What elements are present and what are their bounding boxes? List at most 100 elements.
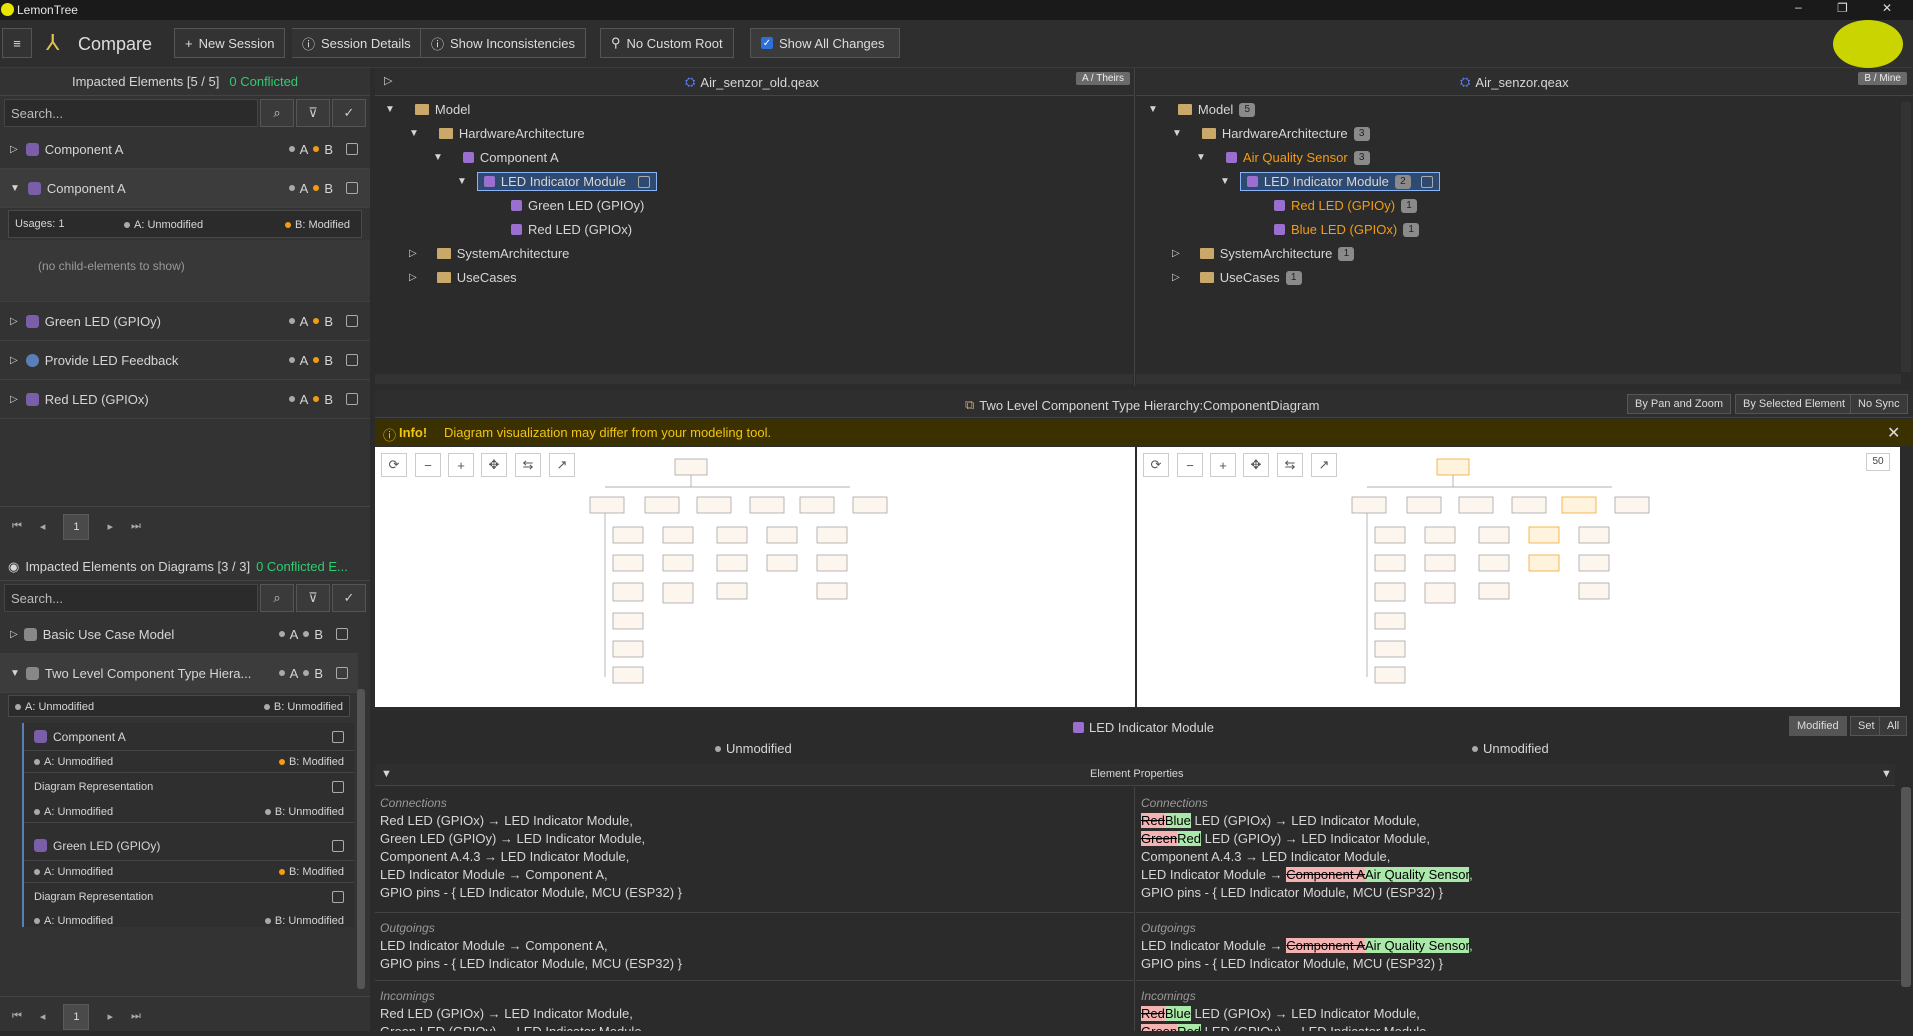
- sub-item[interactable]: Diagram Representation: [24, 883, 354, 911]
- expand-icon[interactable]: ▷: [10, 355, 18, 366]
- collapse-icon[interactable]: ▼: [1881, 768, 1892, 780]
- checkbox[interactable]: [332, 891, 344, 903]
- maximize-icon[interactable]: ❐: [1837, 1, 1848, 15]
- scrollbar[interactable]: [357, 689, 365, 989]
- list-item[interactable]: ▷ Red LED (GPIOx) AB: [0, 380, 370, 419]
- eye-icon[interactable]: ◉: [8, 559, 19, 575]
- expand-icon[interactable]: ▷: [10, 394, 18, 405]
- sub-item[interactable]: Green LED (GPIOy): [24, 831, 354, 861]
- tree-node-model[interactable]: ▼ Model 5: [1148, 102, 1256, 117]
- checkbox[interactable]: [332, 731, 344, 743]
- minimize-icon[interactable]: –: [1795, 0, 1802, 14]
- tree-node-component[interactable]: ▼ Component A: [433, 150, 559, 165]
- h-scrollbar[interactable]: [375, 374, 1133, 384]
- v-scrollbar[interactable]: [1901, 102, 1911, 372]
- zoom-out-icon[interactable]: −: [1177, 453, 1203, 477]
- tree-node-led[interactable]: ▼ LED Indicator Module: [457, 172, 657, 191]
- menu-button[interactable]: ≡: [2, 28, 32, 58]
- expand-icon[interactable]: ▷: [10, 316, 18, 327]
- props-scrollbar[interactable]: [1901, 787, 1911, 987]
- checkbox[interactable]: [1420, 175, 1433, 188]
- checkbox[interactable]: [332, 840, 344, 852]
- next-page-icon[interactable]: ▸: [107, 1010, 113, 1023]
- checkbox[interactable]: [346, 393, 358, 405]
- new-session-button[interactable]: + New Session: [174, 28, 286, 58]
- list-item[interactable]: ▼ Component A AB: [0, 169, 370, 208]
- search-icon[interactable]: ⌕: [260, 99, 294, 127]
- collapse-icon[interactable]: ▼: [10, 668, 20, 679]
- close-icon[interactable]: ✕: [1887, 423, 1900, 443]
- open-external-icon[interactable]: ↗: [549, 453, 575, 477]
- checkbox[interactable]: [637, 175, 650, 188]
- tree-node-hw[interactable]: ▼ HardwareArchitecture 3: [1172, 126, 1370, 141]
- tree-node-hw[interactable]: ▼ HardwareArchitecture: [409, 126, 585, 141]
- expand-icon[interactable]: ▷: [10, 629, 18, 640]
- checkbox[interactable]: [346, 182, 358, 194]
- filter-all-button[interactable]: All: [1879, 716, 1908, 736]
- check-all-icon[interactable]: ✓: [332, 584, 366, 612]
- zoom-in-icon[interactable]: +: [1210, 453, 1236, 477]
- tree-node-red[interactable]: Red LED (GPIOx): [511, 222, 632, 237]
- collapse-icon[interactable]: ▼: [10, 183, 20, 194]
- filter-set-button[interactable]: Set: [1850, 716, 1883, 736]
- tree-node-blue[interactable]: Blue LED (GPIOx) 1: [1274, 222, 1420, 237]
- tree-node-uc[interactable]: ▷ UseCases 1: [1172, 270, 1302, 285]
- checkbox[interactable]: [346, 315, 358, 327]
- tree-node-sys[interactable]: ▷ SystemArchitecture: [409, 246, 569, 261]
- tree-node-model[interactable]: ▼ Model: [385, 102, 470, 117]
- list-item[interactable]: ▷ Provide LED Feedback AB: [0, 341, 370, 380]
- h-scrollbar[interactable]: [1136, 374, 1901, 384]
- last-page-icon[interactable]: ⏭: [131, 520, 141, 533]
- pan-icon[interactable]: ✥: [481, 453, 507, 477]
- no-sync-button[interactable]: No Sync: [1850, 394, 1908, 414]
- props-header[interactable]: ▼ Element Properties ▼: [375, 764, 1895, 786]
- swap-icon[interactable]: ⇆: [515, 453, 541, 477]
- expand-icon[interactable]: ▷: [10, 144, 18, 155]
- sub-item[interactable]: Diagram Representation: [24, 773, 354, 801]
- tree-node-uc[interactable]: ▷ UseCases: [409, 270, 517, 285]
- filter-icon[interactable]: ⊽: [296, 584, 330, 612]
- tree-node-green[interactable]: Green LED (GPIOy): [511, 198, 644, 213]
- tree-node-led[interactable]: ▼ LED Indicator Module 2: [1220, 172, 1440, 191]
- show-all-changes-toggle[interactable]: ✓ Show All Changes: [750, 28, 900, 58]
- tree-node-red[interactable]: Red LED (GPIOy) 1: [1274, 198, 1418, 213]
- filter-icon[interactable]: ⊽: [296, 99, 330, 127]
- sync-by-pan-button[interactable]: By Pan and Zoom: [1627, 394, 1732, 414]
- zoom-out-icon[interactable]: −: [415, 453, 441, 477]
- sync-by-selected-button[interactable]: By Selected Element: [1735, 394, 1854, 414]
- prev-page-icon[interactable]: ◂: [40, 520, 46, 533]
- first-page-icon[interactable]: ⏮: [12, 1010, 22, 1023]
- checkbox[interactable]: [346, 143, 358, 155]
- pan-icon[interactable]: ✥: [1243, 453, 1269, 477]
- prev-page-icon[interactable]: ◂: [40, 1010, 46, 1023]
- page-number[interactable]: 1: [63, 513, 90, 540]
- list-item[interactable]: ▷ Green LED (GPIOy) AB: [0, 302, 370, 341]
- tree-node-component[interactable]: ▼ Air Quality Sensor 3: [1196, 150, 1370, 165]
- search-icon[interactable]: ⌕: [260, 584, 294, 612]
- session-details-button[interactable]: ⓘ Session Details: [292, 28, 422, 58]
- open-external-icon[interactable]: ↗: [1311, 453, 1337, 477]
- list-item[interactable]: ▷ Basic Use Case Model AB: [0, 615, 358, 654]
- zoom-in-icon[interactable]: +: [448, 453, 474, 477]
- tree-node-sys[interactable]: ▷ SystemArchitecture 1: [1172, 246, 1355, 261]
- reset-icon[interactable]: ⟳: [1143, 453, 1169, 477]
- show-inconsistencies-button[interactable]: ⓘ Show Inconsistencies: [420, 28, 587, 58]
- checkbox[interactable]: [332, 781, 344, 793]
- diagrams-search-input[interactable]: Search...: [4, 584, 258, 612]
- reset-icon[interactable]: ⟳: [381, 453, 407, 477]
- checkbox[interactable]: [346, 354, 358, 366]
- page-number[interactable]: 1: [63, 1003, 90, 1030]
- first-page-icon[interactable]: ⏮: [12, 520, 22, 533]
- impacted-search-input[interactable]: Search...: [4, 99, 258, 127]
- filter-modified-button[interactable]: Modified: [1789, 716, 1847, 736]
- collapse-icon[interactable]: ▼: [381, 768, 392, 780]
- list-item[interactable]: ▷ Component A AB: [0, 130, 370, 169]
- swap-icon[interactable]: ⇆: [1277, 453, 1303, 477]
- close-window-icon[interactable]: ✕: [1882, 1, 1892, 15]
- sub-item[interactable]: Component A: [24, 723, 354, 751]
- right-diagram-canvas[interactable]: ⟳ − + ✥ ⇆ ↗ 50: [1137, 447, 1900, 707]
- left-diagram-canvas[interactable]: ⟳ − + ✥ ⇆ ↗: [375, 447, 1135, 707]
- checkbox[interactable]: [336, 628, 348, 640]
- collapse-pane-icon[interactable]: ▷: [384, 74, 392, 87]
- check-all-icon[interactable]: ✓: [332, 99, 366, 127]
